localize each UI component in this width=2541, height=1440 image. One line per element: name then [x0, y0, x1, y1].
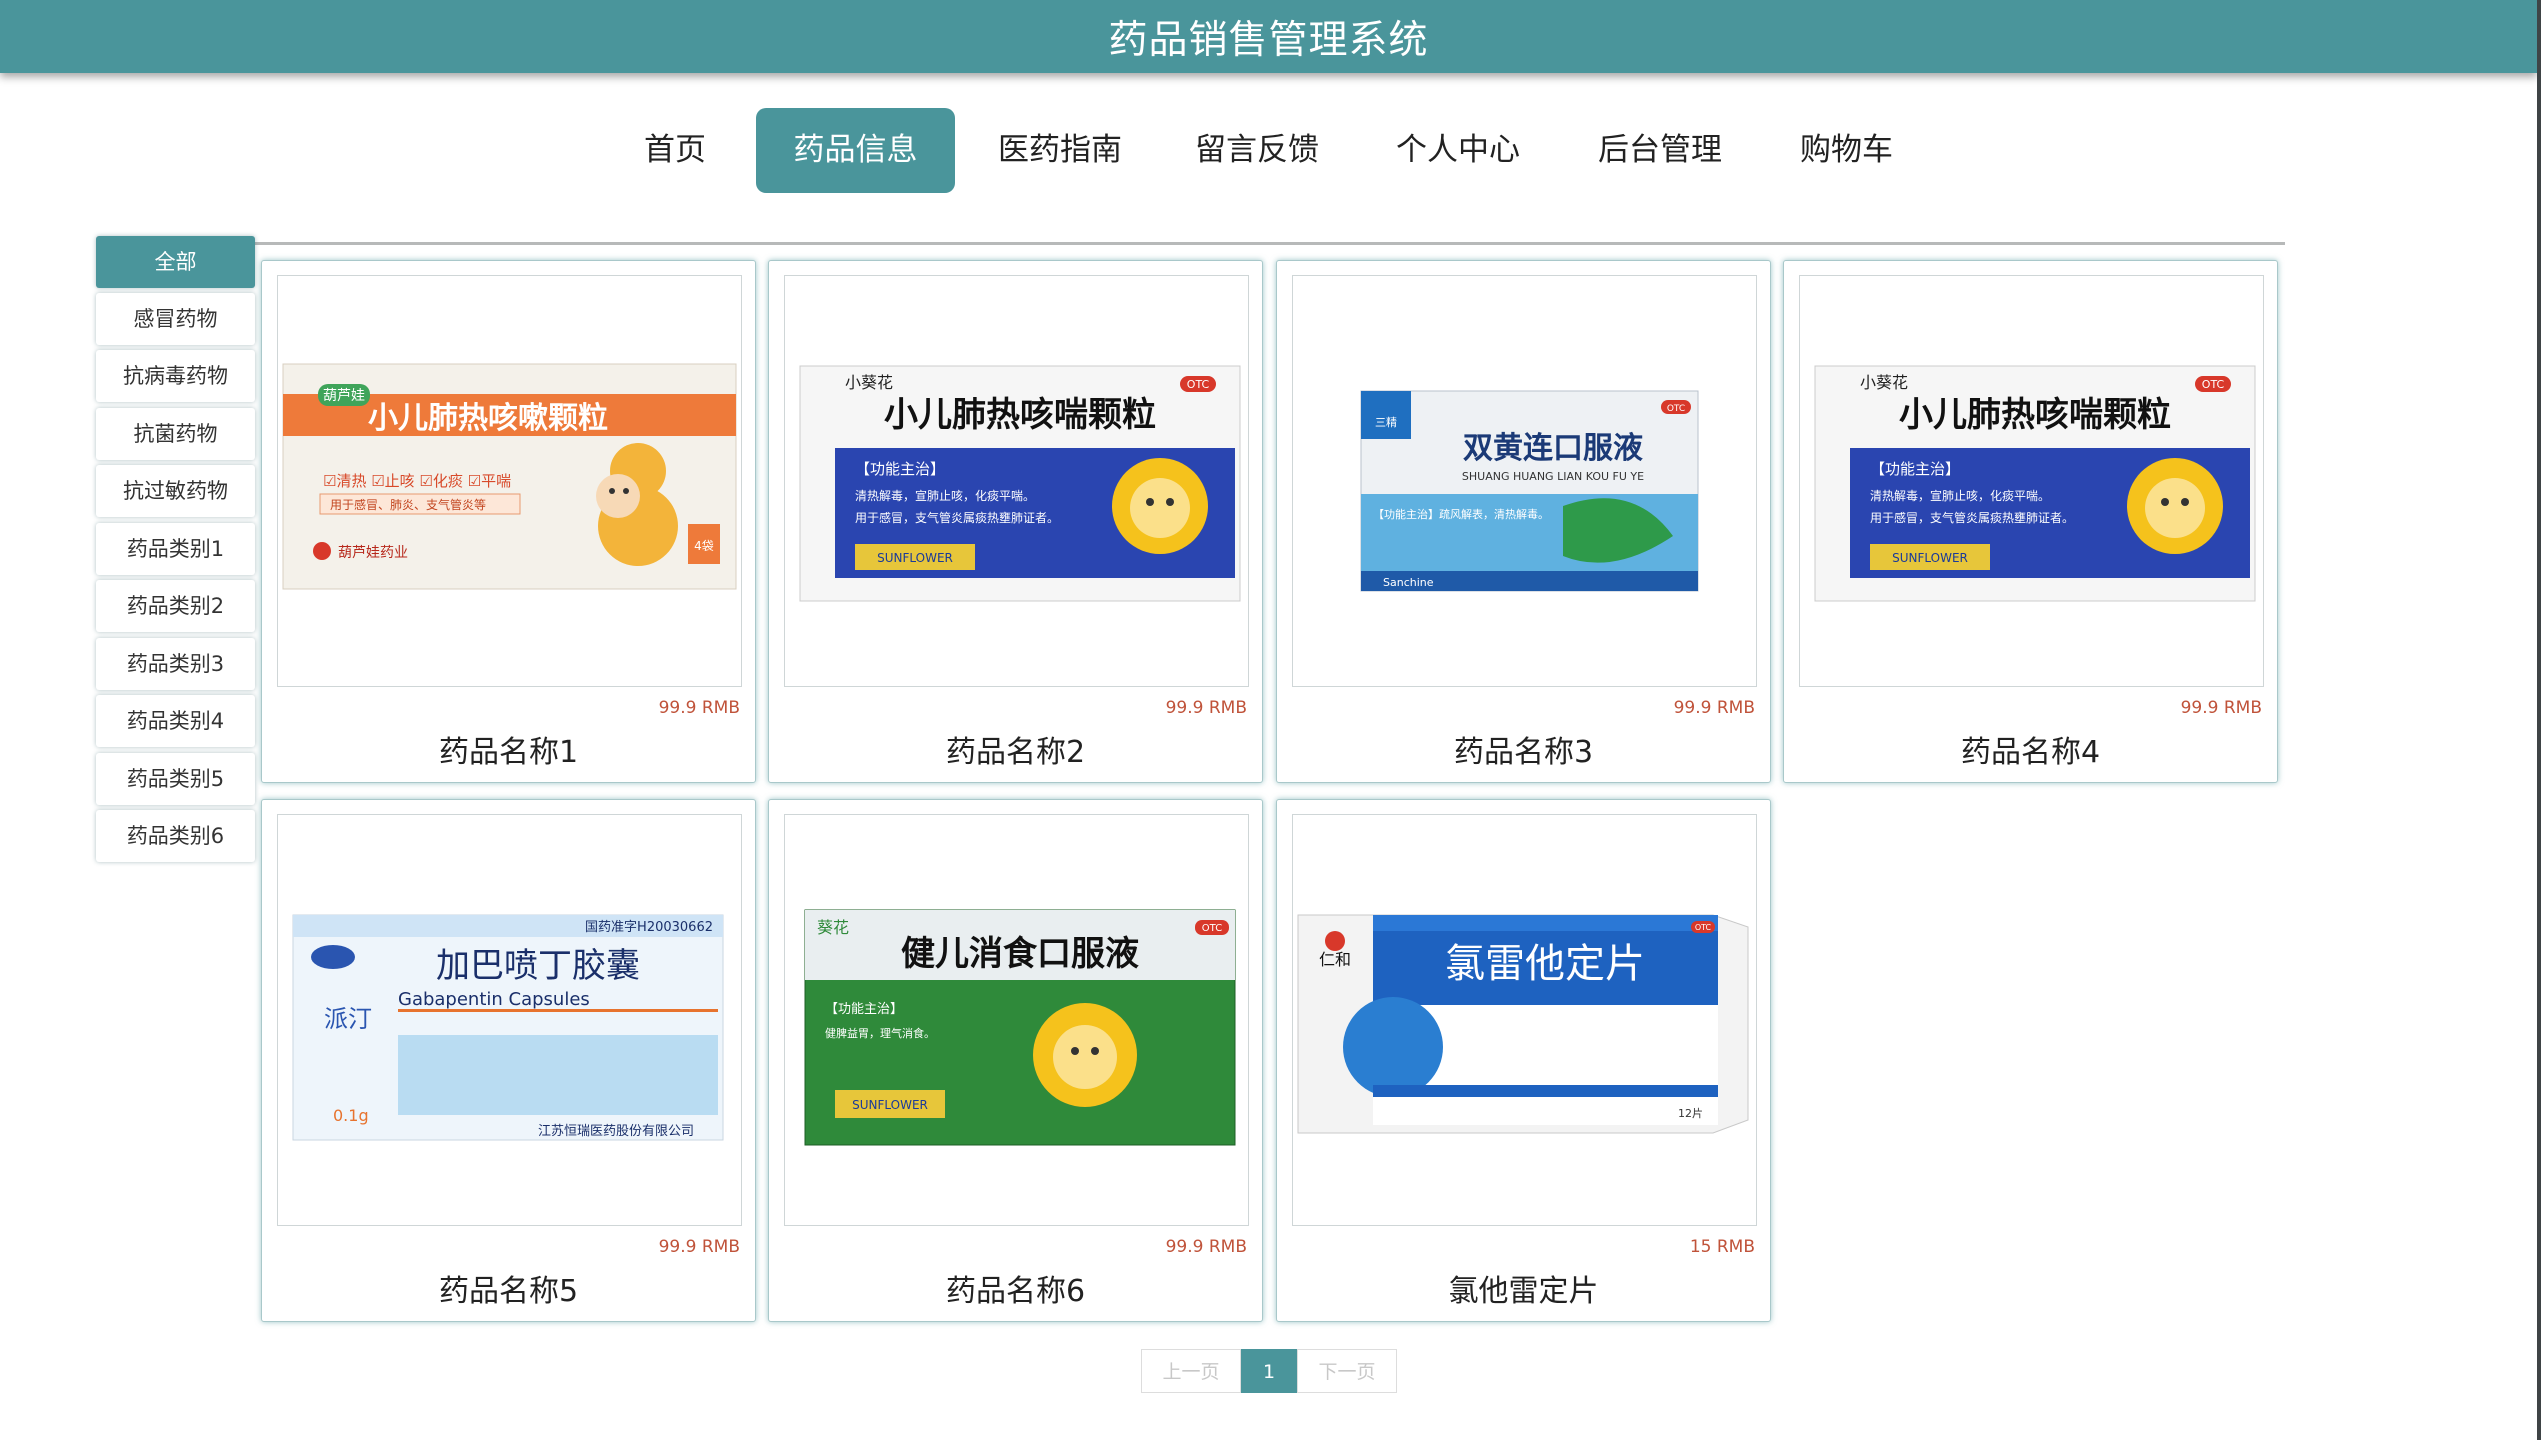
product-image[interactable]: 小葵花 OTC 小儿肺热咳喘颗粒 【功能主治】 清热解毒，宣肺止咳，化痰平喘。 …	[784, 275, 1249, 687]
product-image[interactable]: 葫芦娃 小儿肺热咳嗽颗粒 ☑清热 ☑止咳 ☑化痰 ☑平喘 用于感冒、肺炎、支气管…	[277, 275, 742, 687]
category-type2[interactable]: 药品类别2	[96, 580, 255, 632]
box-title: 小儿肺热咳嗽颗粒	[368, 401, 608, 436]
nav-medical-guide[interactable]: 医药指南	[990, 108, 1130, 193]
box-pinyin: SHUANG HUANG LIAN KOU FU YE	[1462, 470, 1644, 483]
category-type4[interactable]: 药品类别4	[96, 695, 255, 747]
content-divider	[255, 242, 2285, 245]
box-logo: SUNFLOWER	[1892, 551, 1968, 565]
box-count: 4袋	[694, 539, 714, 553]
app-title: 药品销售管理系统	[1108, 17, 1429, 63]
otc-badge: OTC	[1187, 378, 1210, 391]
product-price: 99.9 RMB	[2180, 698, 2262, 718]
box-maker: 葫芦娃药业	[338, 545, 408, 561]
product-price: 99.9 RMB	[658, 1237, 740, 1257]
product-card[interactable]: 国药准字H20030662 派汀 加巴喷丁胶囊 Gabapentin Capsu…	[261, 799, 756, 1322]
product-card[interactable]: 葵花 OTC 健儿消食口服液 【功能主治】 健脾益胃，理气消食。 SUNFLOW…	[768, 799, 1263, 1322]
box-title: 双黄连口服液	[1463, 431, 1643, 466]
product-image[interactable]: 国药准字H20030662 派汀 加巴喷丁胶囊 Gabapentin Capsu…	[277, 814, 742, 1226]
box-brand: 仁和	[1319, 950, 1351, 969]
box-desc1: 清热解毒，宣肺止咳，化痰平喘。	[855, 488, 1035, 503]
category-type3[interactable]: 药品类别3	[96, 638, 255, 690]
product-price: 99.9 RMB	[1165, 698, 1247, 718]
prev-page-button[interactable]: 上一页	[1141, 1349, 1241, 1393]
box-section: 【功能主治】	[1870, 460, 1960, 478]
product-name[interactable]: 药品名称2	[769, 727, 1262, 771]
box-desc: 【功能主治】疏风解表，清热解毒。	[1373, 507, 1549, 521]
product-name[interactable]: 药品名称3	[1277, 727, 1770, 771]
category-antibacterial[interactable]: 抗菌药物	[96, 408, 255, 460]
nav-home[interactable]: 首页	[620, 108, 730, 193]
category-all[interactable]: 全部	[96, 236, 255, 288]
nav-personal-center[interactable]: 个人中心	[1388, 108, 1528, 193]
box-brand: 葫芦娃	[323, 388, 365, 404]
otc-badge: OTC	[1695, 923, 1712, 932]
otc-badge: OTC	[2202, 378, 2225, 391]
box-maker: 江苏恒瑞医药股份有限公司	[538, 1123, 694, 1139]
product-card[interactable]: 三精 OTC 双黄连口服液 SHUANG HUANG LIAN KOU FU Y…	[1276, 260, 1771, 783]
product-price: 99.9 RMB	[658, 698, 740, 718]
box-usage: 用于感冒、肺炎、支气管炎等	[330, 497, 486, 512]
box-brand: 葵花	[817, 918, 849, 937]
app-header: 药品销售管理系统	[0, 0, 2537, 73]
box-title: 小儿肺热咳喘颗粒	[1899, 395, 2171, 435]
box-dose: 0.1g	[333, 1106, 369, 1125]
otc-badge: OTC	[1667, 404, 1685, 414]
box-tags: ☑清热 ☑止咳 ☑化痰 ☑平喘	[323, 472, 511, 490]
product-price: 99.9 RMB	[1673, 698, 1755, 718]
category-type6[interactable]: 药品类别6	[96, 810, 255, 862]
box-brand: 小葵花	[845, 373, 893, 392]
product-name[interactable]: 药品名称1	[262, 727, 755, 771]
box-logo: SUNFLOWER	[877, 551, 953, 565]
box-desc1: 清热解毒，宣肺止咳，化痰平喘。	[1870, 488, 2050, 503]
category-type1[interactable]: 药品类别1	[96, 523, 255, 575]
box-maker: Sanchine	[1383, 576, 1434, 589]
box-title: 氯雷他定片	[1445, 941, 1645, 987]
product-name[interactable]: 药品名称6	[769, 1266, 1262, 1310]
box-logo: SUNFLOWER	[852, 1098, 928, 1112]
box-section: 【功能主治】	[855, 460, 945, 478]
product-price: 99.9 RMB	[1165, 1237, 1247, 1257]
product-card[interactable]: 小葵花 OTC 小儿肺热咳喘颗粒 【功能主治】 清热解毒，宣肺止咳，化痰平喘。 …	[1783, 260, 2278, 783]
box-title: 健儿消食口服液	[901, 934, 1139, 974]
box-approval: 国药准字H20030662	[585, 920, 713, 935]
category-antiallergy[interactable]: 抗过敏药物	[96, 465, 255, 517]
page-1-button[interactable]: 1	[1241, 1349, 1297, 1393]
box-count: 12片	[1678, 1107, 1703, 1120]
box-desc2: 用于感冒，支气管炎属痰热壅肺证者。	[1870, 510, 2074, 525]
product-image[interactable]: 小葵花 OTC 小儿肺热咳喘颗粒 【功能主治】 清热解毒，宣肺止咳，化痰平喘。 …	[1799, 275, 2264, 687]
category-type5[interactable]: 药品类别5	[96, 753, 255, 805]
product-image[interactable]: 三精 OTC 双黄连口服液 SHUANG HUANG LIAN KOU FU Y…	[1292, 275, 1757, 687]
category-antiviral[interactable]: 抗病毒药物	[96, 350, 255, 402]
product-price: 15 RMB	[1689, 1237, 1755, 1257]
product-name[interactable]: 药品名称5	[262, 1266, 755, 1310]
box-brand: 三精	[1375, 416, 1397, 429]
category-cold[interactable]: 感冒药物	[96, 293, 255, 345]
box-title: 加巴喷丁胶囊	[436, 946, 640, 986]
product-name[interactable]: 氯他雷定片	[1277, 1266, 1770, 1310]
box-english: Gabapentin Capsules	[398, 989, 590, 1010]
otc-badge: OTC	[1202, 923, 1222, 934]
nav-feedback[interactable]: 留言反馈	[1187, 108, 1327, 193]
next-page-button[interactable]: 下一页	[1297, 1349, 1397, 1393]
product-card[interactable]: 葫芦娃 小儿肺热咳嗽颗粒 ☑清热 ☑止咳 ☑化痰 ☑平喘 用于感冒、肺炎、支气管…	[261, 260, 756, 783]
product-image[interactable]: OTC 仁和 氯雷他定片 12片	[1292, 814, 1757, 1226]
box-desc: 健脾益胃，理气消食。	[825, 1026, 935, 1040]
product-card[interactable]: OTC 仁和 氯雷他定片 12片 15 RMB 氯他雷定片	[1276, 799, 1771, 1322]
nav-admin[interactable]: 后台管理	[1590, 108, 1730, 193]
box-desc2: 用于感冒，支气管炎属痰热壅肺证者。	[855, 510, 1059, 525]
nav-cart[interactable]: 购物车	[1794, 108, 1899, 193]
window-edge	[2537, 0, 2541, 1440]
product-name[interactable]: 药品名称4	[1784, 727, 2277, 771]
product-card[interactable]: 小葵花 OTC 小儿肺热咳喘颗粒 【功能主治】 清热解毒，宣肺止咳，化痰平喘。 …	[768, 260, 1263, 783]
box-section: 【功能主治】	[825, 1002, 903, 1017]
product-image[interactable]: 葵花 OTC 健儿消食口服液 【功能主治】 健脾益胃，理气消食。 SUNFLOW…	[784, 814, 1249, 1226]
nav-drug-info[interactable]: 药品信息	[756, 108, 955, 193]
box-brand: 小葵花	[1860, 373, 1908, 392]
main-nav: 首页 药品信息 医药指南 留言反馈 个人中心 后台管理 购物车	[0, 108, 2537, 193]
box-brand: 派汀	[324, 1005, 372, 1033]
box-title: 小儿肺热咳喘颗粒	[884, 395, 1156, 435]
